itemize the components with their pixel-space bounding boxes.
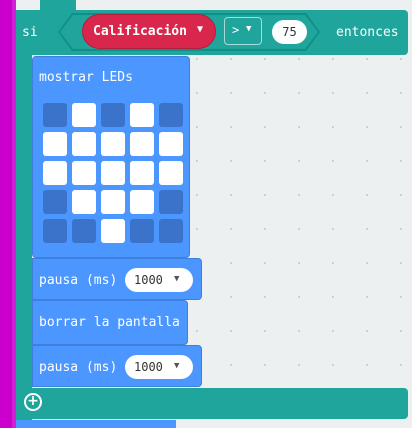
pause-duration-dropdown[interactable]: 1000 ▼ — [125, 355, 193, 379]
operator-dropdown[interactable]: > ▼ — [224, 17, 262, 45]
then-keyword: entonces — [336, 25, 399, 40]
led-cell-2-4[interactable] — [159, 161, 183, 185]
outer-block-rail — [0, 0, 12, 428]
plus-circle-icon[interactable]: + — [24, 393, 42, 411]
led-cell-1-4[interactable] — [159, 132, 183, 156]
chevron-down-icon: ▼ — [174, 274, 180, 284]
operator-label: > — [232, 23, 240, 37]
led-cell-1-3[interactable] — [130, 132, 154, 156]
clear-screen-label: borrar la pantalla — [39, 315, 180, 330]
led-cell-0-1[interactable] — [72, 103, 96, 127]
show-leds-block[interactable]: mostrar LEDs — [32, 56, 190, 258]
led-cell-2-2[interactable] — [101, 161, 125, 185]
if-block-top-connector — [40, 0, 76, 10]
pause-label: pausa (ms) — [39, 273, 118, 288]
pause-block[interactable]: pausa (ms) 1000 ▼ — [32, 345, 202, 387]
if-block-footer[interactable] — [16, 388, 408, 419]
chevron-down-icon: ▼ — [174, 361, 180, 371]
led-grid — [43, 103, 186, 243]
pause-duration-value: 1000 — [134, 273, 163, 287]
variable-dropdown[interactable]: Calificación ▼ — [82, 14, 216, 49]
led-cell-2-1[interactable] — [72, 161, 96, 185]
clear-screen-block[interactable]: borrar la pantalla — [32, 300, 188, 345]
pause-duration-dropdown[interactable]: 1000 ▼ — [125, 268, 193, 292]
led-cell-1-0[interactable] — [43, 132, 67, 156]
led-cell-1-1[interactable] — [72, 132, 96, 156]
led-cell-4-2[interactable] — [101, 219, 125, 243]
pause-block[interactable]: pausa (ms) 1000 ▼ — [32, 258, 202, 300]
led-cell-4-1[interactable] — [72, 219, 96, 243]
led-cell-0-0[interactable] — [43, 103, 67, 127]
led-cell-3-1[interactable] — [72, 190, 96, 214]
chevron-down-icon: ▼ — [246, 24, 252, 34]
compare-value-input[interactable]: 75 — [272, 20, 307, 44]
next-block-edge — [16, 420, 176, 428]
led-cell-0-2[interactable] — [101, 103, 125, 127]
chevron-down-icon: ▼ — [197, 24, 204, 35]
led-cell-4-3[interactable] — [130, 219, 154, 243]
led-cell-1-2[interactable] — [101, 132, 125, 156]
led-cell-3-2[interactable] — [101, 190, 125, 214]
led-cell-2-3[interactable] — [130, 161, 154, 185]
led-cell-4-0[interactable] — [43, 219, 67, 243]
pause-duration-value: 1000 — [134, 360, 163, 374]
led-cell-0-4[interactable] — [159, 103, 183, 127]
led-cell-3-4[interactable] — [159, 190, 183, 214]
if-block-rail[interactable] — [16, 10, 32, 420]
led-cell-0-3[interactable] — [130, 103, 154, 127]
variable-name: Calificación — [93, 24, 187, 39]
if-keyword: si — [22, 25, 38, 40]
led-cell-3-0[interactable] — [43, 190, 67, 214]
show-leds-label: mostrar LEDs — [39, 70, 133, 85]
pause-label: pausa (ms) — [39, 360, 118, 375]
led-cell-4-4[interactable] — [159, 219, 183, 243]
led-cell-3-3[interactable] — [130, 190, 154, 214]
led-cell-2-0[interactable] — [43, 161, 67, 185]
